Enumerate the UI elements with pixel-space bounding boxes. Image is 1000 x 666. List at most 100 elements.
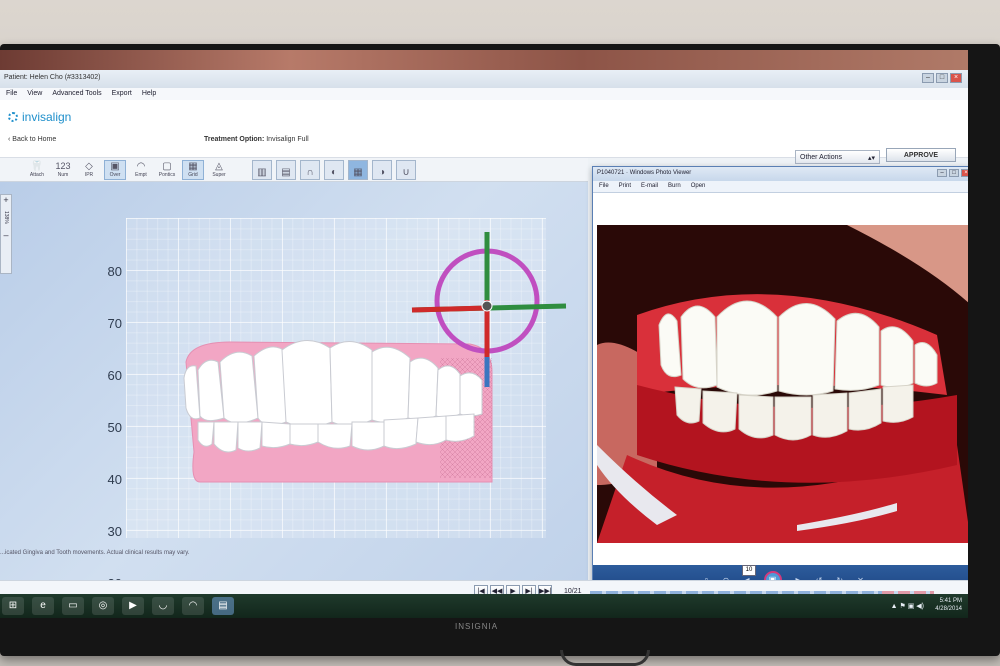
view-front[interactable]: ▤ (276, 159, 296, 180)
menu-view[interactable]: View (27, 90, 42, 98)
ipr-icon: ◇ (85, 160, 93, 172)
tool-label: Pontics (158, 171, 176, 178)
start-icon[interactable]: ⊞ (2, 597, 24, 615)
photo-viewer-title: P1040721 · Windows Photo Viewer (597, 170, 692, 176)
media-player-icon[interactable]: ▶ (122, 597, 144, 615)
intraoral-photo (597, 225, 968, 543)
mouth-illustration (597, 225, 968, 543)
photo-viewer-window: P1040721 · Windows Photo Viewer – □ × Fi… (592, 166, 968, 596)
approve-button[interactable]: APPROVE (886, 148, 956, 162)
internet-explorer-icon[interactable]: e (32, 597, 54, 615)
back-to-home-link[interactable]: ‹ Back to Home (8, 136, 56, 143)
treatment-label: Treatment Option: (204, 136, 265, 143)
empty-icon: ◠ (136, 160, 146, 172)
photo-menu-open[interactable]: Open (691, 183, 706, 190)
stage-marker[interactable]: 10 (742, 565, 756, 576)
taskbar-clock[interactable]: 5:41 PM 4/28/2014 (935, 597, 962, 613)
photo-menu-email[interactable]: E-mail (641, 183, 658, 190)
maximize-icon[interactable]: □ (936, 73, 948, 83)
teeth-view-icon: ◐ (330, 166, 338, 178)
file-explorer-icon[interactable]: ▭ (62, 597, 84, 615)
dropdown-arrow-icon: ▴▾ (867, 155, 875, 162)
system-tray: ▲ ⚑ ▣ ◀) (890, 603, 924, 610)
overlay-icon: ▣ (110, 160, 120, 172)
dental-model[interactable] (0, 182, 588, 580)
logo-icon (8, 112, 18, 122)
other-actions-dropdown[interactable]: Other Actions ▴▾ (795, 150, 880, 164)
chrome-icon[interactable]: ◎ (92, 597, 114, 615)
other-actions-label: Other Actions (800, 154, 843, 161)
tool-overlay[interactable]: ▣ Over (104, 159, 126, 180)
photo-viewer-titlebar: P1040721 · Windows Photo Viewer – □ × (593, 167, 968, 181)
maximize-icon[interactable]: □ (949, 169, 959, 177)
disclaimer-text: ...icated Gingiva and Tooth movements. A… (0, 550, 190, 556)
logo-text: invisalign (22, 110, 72, 124)
clincheck-icon[interactable]: ◠ (182, 597, 204, 615)
menu-export[interactable]: Export (112, 90, 132, 98)
window-controls: – □ × (922, 73, 962, 83)
photo-menu-print[interactable]: Print (619, 183, 631, 190)
photo-window-controls: – □ × (937, 169, 968, 177)
grid-icon: ▦ (188, 160, 198, 172)
close-icon[interactable]: × (950, 73, 962, 83)
arch-view-icon: ∩ (306, 166, 314, 178)
tool-grid[interactable]: ▦ Grid (182, 159, 204, 180)
dental-app-icon[interactable]: ◡ (152, 597, 174, 615)
menu-help[interactable]: Help (142, 90, 156, 98)
pontics-icon: ▢ (162, 160, 172, 172)
tool-empty[interactable]: ◠ Empt (130, 160, 152, 180)
view-left[interactable]: ◐ (324, 159, 344, 180)
arch-view-icon: ∪ (402, 166, 410, 178)
menu-file[interactable]: File (6, 90, 17, 98)
tool-label: Empt (135, 171, 147, 178)
minimize-icon[interactable]: – (937, 169, 947, 177)
teeth-view-icon: ▦ (353, 166, 363, 178)
close-icon[interactable]: × (961, 169, 968, 177)
tool-superimpose[interactable]: ◬ Super (208, 160, 230, 180)
view-right[interactable]: ◑ (372, 159, 392, 180)
title-bar: Patient: Helen Cho (#3313402) – □ × (0, 70, 968, 88)
back-label: Back to Home (12, 136, 57, 143)
photo-menu-burn[interactable]: Burn (668, 183, 681, 190)
clock-time: 5:41 PM (939, 598, 962, 604)
3d-viewport[interactable]: ↻ + 138% – 80 70 60 50 40 30 20 (0, 182, 588, 580)
invisalign-logo: invisalign (8, 110, 71, 124)
tool-ipr[interactable]: ◇ IPR (78, 160, 100, 180)
menu-advanced-tools[interactable]: Advanced Tools (52, 90, 101, 98)
attach-icon: 🦷 (30, 160, 44, 172)
tool-label: Over (109, 171, 121, 178)
windows-taskbar: ⊞ e ▭ ◎ ▶ ◡ ◠ ▤ ▲ ⚑ ▣ ◀) 5:41 PM 4/28/20… (0, 594, 968, 618)
monitor-brand: INSIGNIA (455, 622, 499, 631)
view-toolbar: 🦷 Attach 123 Num ◇ IPR ▣ Over ◠ Empt ▢ Pontics… (0, 158, 588, 182)
numbers-icon: 123 (55, 160, 71, 171)
photo-viewer-icon[interactable]: ▤ (212, 597, 234, 615)
tool-label: IPR (84, 171, 94, 178)
screen: Patient: Helen Cho (#3313402) – □ × File… (0, 50, 968, 618)
app-header: invisalign ‹ Back to Home Treatment Opti… (0, 100, 968, 164)
tool-label: Grid (188, 171, 198, 178)
view-arch[interactable]: ∩ (300, 159, 320, 180)
teeth-view-icon: ◑ (378, 166, 386, 178)
photo-menu-file[interactable]: File (599, 183, 609, 190)
power-cable (560, 650, 650, 666)
menu-bar: File View Advanced Tools Export Help (0, 88, 968, 100)
tool-numbers[interactable]: 123 Num (52, 160, 74, 180)
view-center[interactable]: ▦ (348, 159, 368, 180)
minimize-icon[interactable]: – (922, 73, 934, 83)
view-lower[interactable]: ∪ (396, 159, 416, 180)
tool-pontics[interactable]: ▢ Pontics (156, 160, 178, 180)
tool-label: Super (212, 171, 226, 178)
teeth-view-icon: ▤ (281, 166, 291, 178)
tool-attach[interactable]: 🦷 Attach (26, 160, 48, 180)
view-upper-front[interactable]: ▥ (252, 159, 272, 180)
teeth-view-icon: ▥ (257, 166, 267, 178)
tool-label: Attach (29, 171, 45, 178)
desktop-wallpaper-strip (0, 50, 968, 70)
treatment-value: Invisalign Full (266, 136, 309, 143)
window-title: Patient: Helen Cho (#3313402) (4, 74, 101, 81)
superimpose-icon: ◬ (215, 160, 223, 172)
clock-date: 4/28/2014 (935, 606, 962, 612)
photo-viewer-menu: File Print E-mail Burn Open (593, 181, 968, 193)
treatment-option: Treatment Option: Invisalign Full (204, 136, 309, 143)
tool-label: Num (57, 171, 69, 178)
